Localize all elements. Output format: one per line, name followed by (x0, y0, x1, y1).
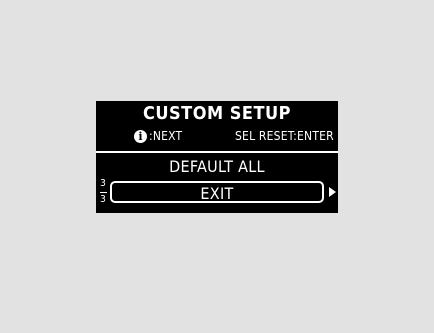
lcd-display: CUSTOM SETUP i :NEXT SEL RESET:ENTER DEF… (96, 101, 338, 213)
info-icon: i (134, 130, 147, 143)
menu-item-exit[interactable]: EXIT (110, 181, 324, 203)
page-total: 3 (100, 194, 106, 205)
page-indicator: 3 3 (99, 179, 107, 209)
menu-item-default-all[interactable]: DEFAULT ALL (96, 157, 338, 177)
divider (96, 151, 338, 153)
arrow-right-icon (329, 187, 336, 197)
page-separator (99, 192, 107, 193)
next-hint: :NEXT (149, 129, 183, 143)
screen-title: CUSTOM SETUP (142, 103, 292, 124)
button-hint-row: i :NEXT SEL RESET:ENTER (96, 128, 338, 144)
reset-hint: SEL RESET:ENTER (235, 129, 334, 143)
page-current: 3 (100, 178, 106, 189)
